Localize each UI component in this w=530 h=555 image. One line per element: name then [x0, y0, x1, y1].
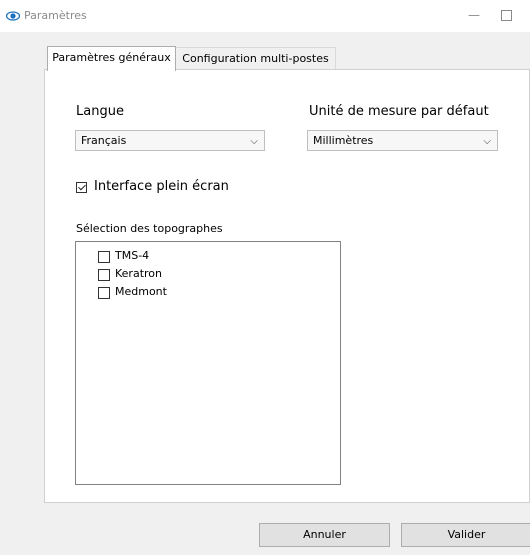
topographer-label: TMS-4: [115, 249, 150, 262]
topographer-label: Medmont: [115, 285, 167, 298]
fullscreen-label[interactable]: Interface plein écran: [94, 179, 229, 194]
topographer-checkbox-tms4[interactable]: [98, 251, 110, 263]
validate-button[interactable]: Valider: [401, 523, 530, 547]
unit-label: Unité de mesure par défaut: [309, 104, 489, 119]
topographer-label: Keratron: [115, 267, 162, 280]
topographer-checkbox-medmont[interactable]: [98, 287, 110, 299]
tab-multi-station-config[interactable]: Configuration multi-postes: [175, 47, 336, 69]
maximize-icon: [500, 10, 512, 21]
tab-general-settings[interactable]: Paramètres généraux: [47, 46, 176, 71]
title-bar: Paramètres — ✕: [0, 0, 530, 32]
unit-value: Millimètres: [313, 134, 374, 147]
close-button[interactable]: ✕: [518, 4, 530, 28]
chevron-down-icon: ⌵: [250, 136, 258, 147]
eye-icon: [6, 11, 20, 21]
fullscreen-checkbox[interactable]: [76, 182, 87, 193]
topographers-list[interactable]: TMS-4 Keratron Medmont: [75, 241, 341, 485]
language-value: Français: [81, 134, 127, 147]
chevron-down-icon: ⌵: [483, 136, 491, 147]
language-label: Langue: [76, 104, 124, 119]
topographers-label: Sélection des topographes: [76, 222, 223, 235]
window-title: Paramètres: [24, 9, 87, 22]
topographer-checkbox-keratron[interactable]: [98, 269, 110, 281]
cancel-button[interactable]: Annuler: [259, 523, 390, 547]
language-select[interactable]: Français ⌵: [75, 130, 265, 151]
unit-select[interactable]: Millimètres ⌵: [307, 130, 498, 151]
